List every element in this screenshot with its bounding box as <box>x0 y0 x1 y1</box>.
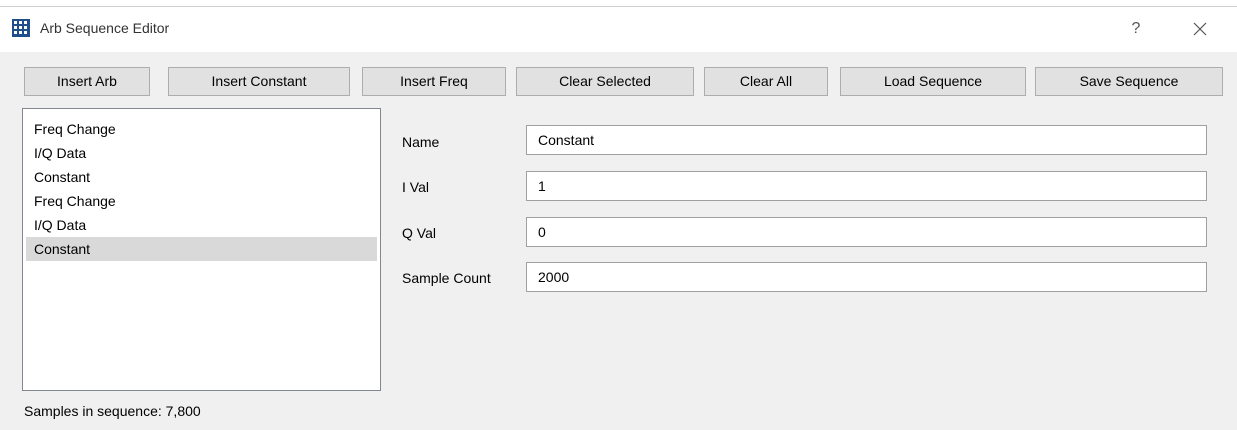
insert-arb-button[interactable]: Insert Arb <box>24 67 150 96</box>
clear-all-button[interactable]: Clear All <box>704 67 828 96</box>
q-val-field[interactable]: 0 <box>526 217 1207 247</box>
name-label: Name <box>402 134 440 150</box>
help-button[interactable]: ? <box>1120 15 1152 43</box>
i-val-field[interactable]: 1 <box>526 171 1207 201</box>
sequence-list[interactable]: Freq Change I/Q Data Constant Freq Chang… <box>22 108 381 391</box>
sample-count-label: Sample Count <box>402 270 491 286</box>
list-item[interactable]: Freq Change <box>26 117 377 141</box>
list-item[interactable]: Constant <box>26 165 377 189</box>
list-item-selected[interactable]: Constant <box>26 237 377 261</box>
list-item[interactable]: I/Q Data <box>26 141 377 165</box>
i-val-label: I Val <box>402 179 429 195</box>
clear-selected-button[interactable]: Clear Selected <box>516 67 694 96</box>
load-sequence-button[interactable]: Load Sequence <box>840 67 1026 96</box>
title-bar[interactable]: Arb Sequence Editor ? <box>0 7 1237 52</box>
q-val-label: Q Val <box>402 225 436 241</box>
list-item[interactable]: Freq Change <box>26 189 377 213</box>
list-item[interactable]: I/Q Data <box>26 213 377 237</box>
save-sequence-button[interactable]: Save Sequence <box>1035 67 1223 96</box>
insert-constant-button[interactable]: Insert Constant <box>168 67 350 96</box>
window-title: Arb Sequence Editor <box>40 20 170 36</box>
close-icon <box>1193 22 1207 36</box>
sample-count-field[interactable]: 2000 <box>526 262 1207 292</box>
grid-app-icon <box>12 19 30 37</box>
insert-freq-button[interactable]: Insert Freq <box>362 67 506 96</box>
close-button[interactable] <box>1182 15 1218 43</box>
samples-status: Samples in sequence: 7,800 <box>24 403 201 419</box>
arb-sequence-editor-window: Arb Sequence Editor ? Insert Arb Insert … <box>0 6 1237 430</box>
name-field[interactable]: Constant <box>526 125 1207 155</box>
